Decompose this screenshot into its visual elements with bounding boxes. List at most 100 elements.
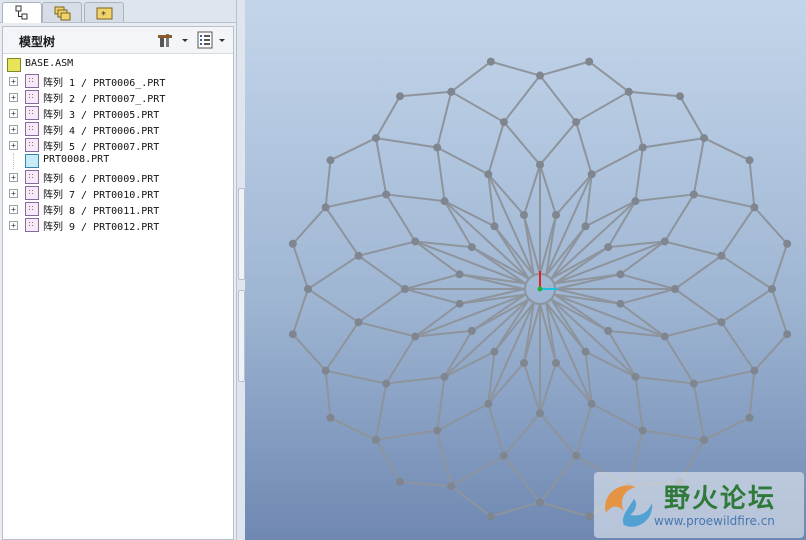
lattice-node [321, 366, 330, 375]
lattice-node [572, 451, 581, 460]
lattice-strut [436, 402, 489, 432]
lattice-strut [663, 193, 695, 242]
lattice-strut [386, 193, 445, 203]
lattice-strut [642, 137, 705, 149]
lattice-strut [325, 193, 387, 209]
wildfire-logo-icon [605, 485, 653, 527]
lattice-node [520, 358, 529, 367]
expand-toggle[interactable]: + [9, 93, 18, 102]
favorites-folder-icon: * [96, 7, 113, 21]
lattice-strut [620, 273, 676, 290]
tree-item-label: PRT0008.PRT [43, 154, 110, 165]
tree-item-label: 阵列 9 / PRT0012.PRT [43, 222, 160, 233]
lattice-node [304, 285, 312, 293]
expand-toggle[interactable]: + [9, 205, 18, 214]
splitter-handle-bottom[interactable] [238, 290, 245, 382]
pattern-icon [25, 186, 39, 200]
layers-tab[interactable] [42, 2, 82, 22]
lattice-strut [635, 193, 694, 203]
tree-item[interactable]: + 阵列 7 / PRT0010.PRT [3, 185, 233, 201]
show-menu-button[interactable] [196, 30, 230, 50]
lattice-node [587, 399, 596, 408]
lattice-node [660, 237, 669, 246]
lattice-node [616, 270, 625, 279]
settings-tools-button[interactable] [157, 30, 191, 50]
lattice-strut [503, 412, 541, 457]
tree-item[interactable]: + 阵列 8 / PRT0011.PRT [3, 201, 233, 217]
lattice-strut [555, 173, 593, 216]
lattice-strut [487, 362, 525, 405]
lattice-strut [539, 164, 557, 216]
navigator-tabs: * [0, 0, 236, 23]
panel-splitter[interactable] [237, 0, 245, 540]
lattice-node [395, 92, 404, 101]
lattice-node [745, 156, 754, 165]
expand-toggle[interactable]: + [9, 77, 18, 86]
splitter-handle-top[interactable] [238, 188, 245, 280]
pattern-icon [25, 122, 39, 136]
lattice-node [768, 285, 776, 293]
expand-toggle[interactable]: + [9, 141, 18, 150]
tree-item-label: 阵列 1 / PRT0006_.PRT [43, 78, 166, 89]
lattice-strut [771, 243, 789, 290]
lattice-node [551, 358, 560, 367]
expand-toggle[interactable]: + [9, 173, 18, 182]
tree-item-label: 阵列 8 / PRT0011.PRT [43, 206, 160, 217]
tree-item[interactable]: + 阵列 5 / PRT0007.PRT [3, 137, 233, 153]
lattice-strut [642, 429, 705, 441]
tree-item-label: 阵列 3 / PRT0005.PRT [43, 110, 160, 121]
lattice-strut [771, 288, 789, 335]
lattice-strut [663, 336, 695, 385]
panel-title: 模型树 [19, 35, 56, 49]
favorites-tab[interactable]: * [84, 2, 124, 22]
lattice-strut [490, 60, 541, 77]
lattice-strut [619, 302, 666, 338]
tree-connector [13, 153, 14, 169]
expand-toggle[interactable]: + [9, 221, 18, 230]
lattice-strut [490, 501, 541, 518]
graphics-viewport[interactable] [245, 0, 806, 540]
tree-item[interactable]: + 阵列 2 / PRT0007_.PRT [3, 89, 233, 105]
tree-item[interactable]: PRT0008.PRT [3, 153, 233, 169]
lattice-strut [399, 480, 452, 488]
lattice-node [326, 413, 335, 422]
lattice-strut [385, 193, 417, 242]
tree-item[interactable]: + 阵列 1 / PRT0006_.PRT [3, 73, 233, 89]
lattice-strut [523, 362, 541, 414]
lattice-strut [588, 60, 630, 93]
lattice-strut [720, 254, 773, 290]
lattice-strut [487, 173, 525, 216]
lattice-model [288, 57, 792, 521]
lattice-strut [679, 95, 705, 139]
lattice-node [288, 239, 297, 248]
lattice-node [604, 326, 613, 335]
lattice-strut [292, 206, 327, 245]
expand-toggle[interactable]: + [9, 125, 18, 134]
tree-item[interactable]: + 阵列 4 / PRT0006.PRT [3, 121, 233, 137]
lattice-strut [720, 321, 756, 372]
tree-item[interactable]: + 阵列 6 / PRT0009.PRT [3, 169, 233, 185]
lattice-strut [539, 60, 590, 77]
lattice-strut [591, 402, 644, 432]
tree-item[interactable]: + 阵列 9 / PRT0012.PRT [3, 217, 233, 233]
lattice-node [486, 57, 495, 66]
lattice-strut [555, 362, 593, 405]
tree-root-assembly[interactable]: BASE.ASM [3, 57, 233, 73]
tree-root-label: BASE.ASM [25, 58, 74, 69]
lattice-node [401, 285, 409, 293]
lattice-strut [550, 200, 637, 280]
lattice-node [536, 498, 544, 507]
lattice-node [750, 366, 759, 375]
list-icon [197, 31, 225, 49]
model-tree-tab[interactable] [2, 2, 42, 23]
lattice-strut [674, 254, 723, 290]
lattice-node [551, 211, 560, 220]
tree-item[interactable]: + 阵列 3 / PRT0005.PRT [3, 105, 233, 121]
expand-toggle[interactable]: + [9, 109, 18, 118]
lattice-node [490, 347, 499, 356]
expand-toggle[interactable]: + [9, 189, 18, 198]
lattice-node [689, 379, 698, 388]
lattice-strut [634, 147, 644, 202]
lattice-node [581, 222, 590, 231]
lattice-node [321, 203, 330, 212]
